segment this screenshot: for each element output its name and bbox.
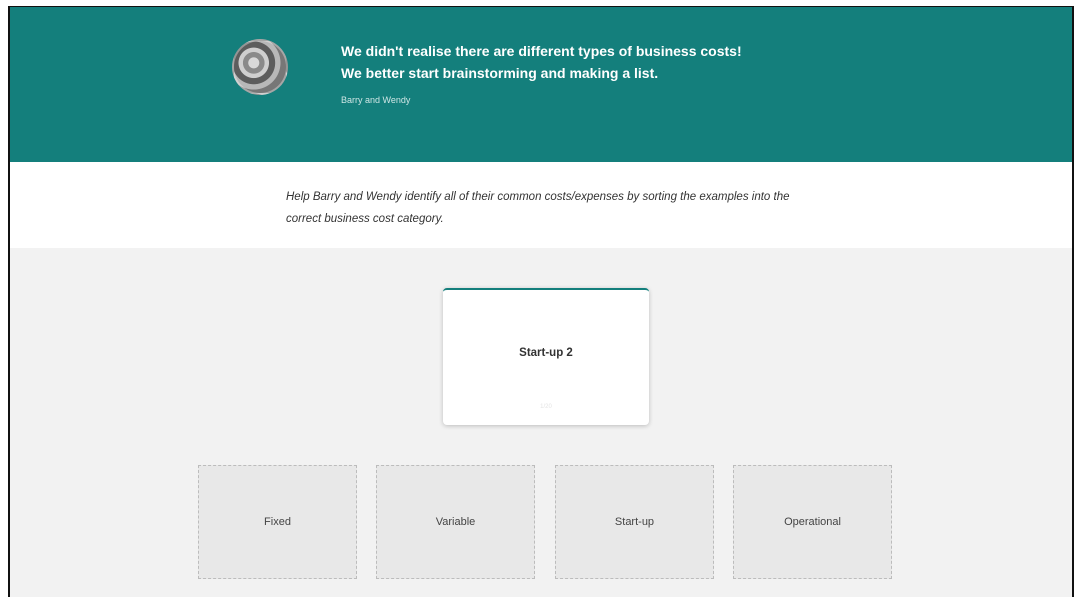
quote-line-2: We better start brainstorming and making…	[341, 65, 659, 81]
drop-zone-label: Variable	[435, 516, 476, 528]
drop-zone-fixed[interactable]: Fixed	[198, 465, 357, 579]
drop-zone-label: Operational	[784, 516, 841, 528]
sorting-activity: Start-up 2 1/20 Fixed Variable Start-up …	[10, 248, 1072, 597]
drop-zone-variable[interactable]: Variable	[376, 465, 535, 579]
instruction-section: Help Barry and Wendy identify all of the…	[10, 162, 1072, 248]
draggable-card[interactable]: Start-up 2 1/20	[443, 288, 649, 425]
drop-zone-start-up[interactable]: Start-up	[555, 465, 714, 579]
drop-zone-label: Fixed	[264, 516, 291, 528]
quote-attribution: Barry and Wendy	[341, 95, 411, 105]
card-counter: 1/20	[540, 404, 552, 410]
avatar	[232, 39, 288, 95]
card-label: Start-up 2	[519, 347, 573, 359]
instruction-text: Help Barry and Wendy identify all of the…	[286, 191, 790, 225]
drop-zone-label: Start-up	[614, 516, 655, 528]
header-banner: We didn't realise there are different ty…	[10, 7, 1072, 162]
quote-line-1: We didn't realise there are different ty…	[341, 43, 742, 59]
drop-zone-operational[interactable]: Operational	[733, 465, 892, 579]
activity-frame: We didn't realise there are different ty…	[8, 6, 1074, 597]
